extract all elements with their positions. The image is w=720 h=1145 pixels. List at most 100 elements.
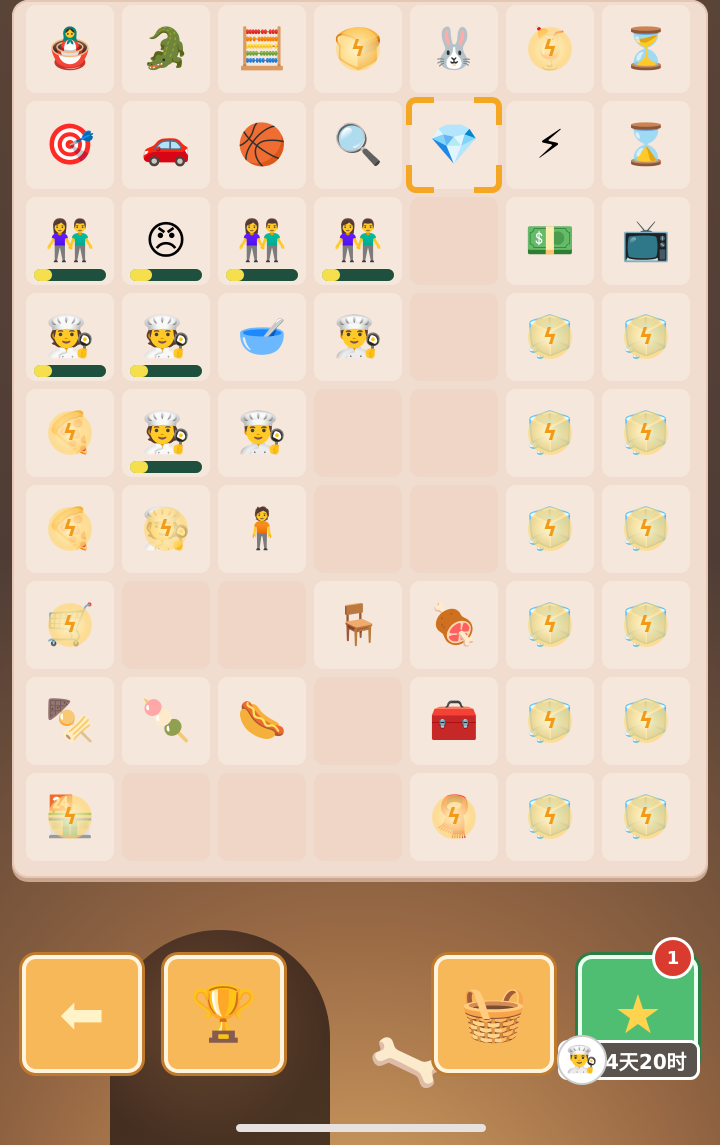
board-cell[interactable]: 🐊 — [122, 5, 210, 93]
pizza-chef-energy-icon[interactable]: 🍕ϟ — [34, 493, 106, 565]
board-cell[interactable] — [218, 581, 306, 669]
board-cell[interactable]: 🧣ϟ — [410, 773, 498, 861]
stall-energy-icon[interactable]: 🏪ϟ — [34, 781, 106, 853]
board-cell[interactable]: 🧑‍🍳 — [122, 389, 210, 477]
board-cell[interactable]: 👨‍🍳 — [218, 389, 306, 477]
meat-skewers-icon[interactable]: 🍡 — [130, 685, 202, 757]
board-cell[interactable]: ⏳ — [602, 5, 690, 93]
energy-coin-icon[interactable]: ⚡ — [514, 109, 586, 181]
cooler-energy-icon[interactable]: 🧊ϟ — [610, 397, 682, 469]
basket-button[interactable]: 🧺 — [434, 955, 554, 1073]
board-cell[interactable]: 💵 — [506, 197, 594, 285]
leaderboard-button[interactable]: 🏆 — [164, 955, 284, 1073]
board-cell[interactable] — [122, 581, 210, 669]
cash-pile-icon[interactable]: 💵 — [514, 205, 586, 277]
board-cell[interactable]: 🚗 — [122, 101, 210, 189]
cooler-energy-icon[interactable]: 🧊ϟ — [514, 781, 586, 853]
board-cell[interactable] — [314, 485, 402, 573]
board-cell[interactable]: 🏪ϟ — [26, 773, 114, 861]
matryoshka-doll-icon[interactable]: 🪆 — [34, 13, 106, 85]
calculator-icon[interactable]: 🧮 — [226, 13, 298, 85]
board-cell[interactable]: 🧰 — [410, 677, 498, 765]
board-cell[interactable]: 🧊ϟ — [602, 389, 690, 477]
chef-energy-icon[interactable]: 🧑‍🍳ϟ — [130, 493, 202, 565]
toy-car-icon[interactable]: 🚗 — [130, 109, 202, 181]
board-cell[interactable] — [122, 773, 210, 861]
board-cell[interactable]: 🍹ϟ — [506, 5, 594, 93]
pizza-chef-energy-icon[interactable]: 🍕ϟ — [34, 397, 106, 469]
cooler-energy-icon[interactable]: 🧊ϟ — [610, 589, 682, 661]
board-cell[interactable]: 🍞ϟ — [314, 5, 402, 93]
board-cell[interactable] — [410, 293, 498, 381]
board-cell[interactable] — [218, 773, 306, 861]
bowl-icon[interactable]: 🥣 — [226, 301, 298, 373]
cooler-energy-icon[interactable]: 🧊ϟ — [610, 685, 682, 757]
board-cell[interactable]: 🐰 — [410, 5, 498, 93]
purple-gem-icon[interactable]: 💎 — [418, 109, 490, 181]
board-cell[interactable] — [314, 677, 402, 765]
board-cell[interactable]: 🧊ϟ — [602, 293, 690, 381]
board-cell[interactable]: 🎯 — [26, 101, 114, 189]
cooler-energy-icon[interactable]: 🧊ϟ — [514, 589, 586, 661]
drink-energy-icon[interactable]: 🍹ϟ — [514, 13, 586, 85]
food-cart-energy-icon[interactable]: 🛒ϟ — [34, 589, 106, 661]
board-cell[interactable]: 🧊ϟ — [506, 677, 594, 765]
board-cell[interactable] — [410, 197, 498, 285]
board-cell[interactable]: 🧊ϟ — [602, 581, 690, 669]
board-cell[interactable] — [314, 773, 402, 861]
grill-cart-icon[interactable]: 🍖 — [418, 589, 490, 661]
board-cell[interactable]: 😠 — [122, 197, 210, 285]
board-cell[interactable]: 🧊ϟ — [506, 773, 594, 861]
hourglass-gold-icon[interactable]: ⌛ — [610, 109, 682, 181]
board-cell[interactable]: 🏀 — [218, 101, 306, 189]
toaster-energy-icon[interactable]: 🍞ϟ — [322, 13, 394, 85]
board-cell[interactable] — [410, 485, 498, 573]
board-cell[interactable]: 👫 — [314, 197, 402, 285]
green-skewer-icon[interactable]: 🍢 — [34, 685, 106, 757]
board-cell[interactable]: 🧊ϟ — [602, 485, 690, 573]
television-icon[interactable]: 📺 — [610, 205, 682, 277]
board-cell[interactable]: 🍕ϟ — [26, 389, 114, 477]
board-cell[interactable]: 👫 — [218, 197, 306, 285]
chef-hat-icon[interactable]: 👨‍🍳 — [322, 301, 394, 373]
board-cell[interactable] — [410, 389, 498, 477]
ring-toss-icon[interactable]: 🎯 — [34, 109, 106, 181]
cooler-energy-icon[interactable]: 🧊ϟ — [610, 301, 682, 373]
board-cell[interactable]: 🛒ϟ — [26, 581, 114, 669]
board-cell[interactable]: 🧑‍🍳 — [26, 293, 114, 381]
board-cell[interactable]: 🌭 — [218, 677, 306, 765]
grill-bench-icon[interactable]: 🪑 — [322, 589, 394, 661]
blue-toolbox-icon[interactable]: 🧰 — [418, 685, 490, 757]
board-cell[interactable]: 🥣 — [218, 293, 306, 381]
board-cell[interactable]: 🧊ϟ — [506, 293, 594, 381]
board-cell[interactable]: 🧊ϟ — [602, 773, 690, 861]
board-cell[interactable]: 🧑‍🍳 — [122, 293, 210, 381]
board-cell[interactable]: 🧍 — [218, 485, 306, 573]
bunny-megaphone-icon[interactable]: 🐰 — [418, 13, 490, 85]
cooler-energy-icon[interactable]: 🧊ϟ — [610, 781, 682, 853]
cooler-energy-icon[interactable]: 🧊ϟ — [514, 493, 586, 565]
board-cell[interactable] — [314, 389, 402, 477]
board-cell[interactable]: ⚡ — [506, 101, 594, 189]
board-cell[interactable]: 🧊ϟ — [506, 389, 594, 477]
cloth-energy-icon[interactable]: 🧣ϟ — [418, 781, 490, 853]
cooler-energy-icon[interactable]: 🧊ϟ — [610, 493, 682, 565]
board-cell[interactable]: 📺 — [602, 197, 690, 285]
apprentice-chef-icon[interactable]: 🧍 — [226, 493, 298, 565]
board-cell[interactable]: 🔍 — [314, 101, 402, 189]
board-cell[interactable]: 🧊ϟ — [506, 581, 594, 669]
board-cell[interactable]: 🍡 — [122, 677, 210, 765]
back-button[interactable]: ⬅ — [22, 955, 142, 1073]
magnifying-glass-fish-icon[interactable]: 🔍 — [322, 109, 394, 181]
board-cell[interactable]: 🍖 — [410, 581, 498, 669]
board-cell[interactable]: 💎 — [406, 97, 502, 193]
basketball-arcade-icon[interactable]: 🏀 — [226, 109, 298, 181]
home-indicator[interactable] — [236, 1124, 486, 1132]
sausage-skewer-icon[interactable]: 🌭 — [226, 685, 298, 757]
board-cell[interactable]: 👨‍🍳 — [314, 293, 402, 381]
board-cell[interactable]: ⌛ — [602, 101, 690, 189]
board-cell[interactable]: 👫 — [26, 197, 114, 285]
board-cell[interactable]: 🧊ϟ — [506, 485, 594, 573]
board-cell[interactable]: 🧑‍🍳ϟ — [122, 485, 210, 573]
cooler-energy-icon[interactable]: 🧊ϟ — [514, 685, 586, 757]
